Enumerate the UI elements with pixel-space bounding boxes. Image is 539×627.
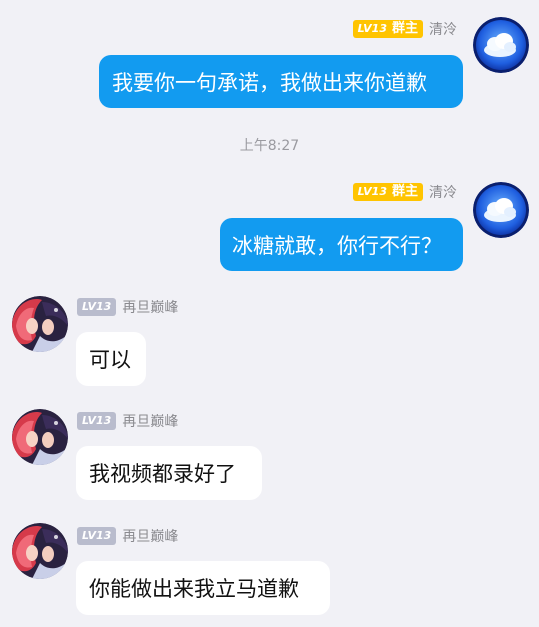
level-text: LV13 <box>82 529 112 542</box>
sender-name[interactable]: 再旦巅峰 <box>122 526 178 546</box>
owner-role-text: 群主 <box>391 21 418 36</box>
sender-name[interactable]: 再旦巅峰 <box>122 297 178 317</box>
sender-meta: LV13 再旦巅峰 <box>77 297 178 317</box>
level-badge: LV13 <box>77 298 117 316</box>
timestamp: 上午8:27 <box>239 138 300 154</box>
message-text: 冰糖就敢，你行不行？ <box>232 233 442 258</box>
message-text: 你能做出来我立马道歉 <box>89 577 299 601</box>
message-bubble[interactable]: 可以 <box>76 332 146 386</box>
level-text: LV13 <box>82 300 112 313</box>
sender-meta: LV13 再旦巅峰 <box>77 526 178 546</box>
owner-role-text: 群主 <box>391 184 418 199</box>
sender-name[interactable]: 清泠 <box>429 182 457 202</box>
sender-meta: LV13 再旦巅峰 <box>77 411 178 431</box>
level-text: LV13 <box>357 22 387 35</box>
anime-avatar-icon <box>12 296 68 352</box>
user-avatar[interactable] <box>473 17 529 73</box>
sender-name[interactable]: 清泠 <box>429 19 457 39</box>
sender-meta: LV13 群主 清泠 <box>352 19 457 39</box>
user-avatar[interactable] <box>12 523 68 579</box>
level-text: LV13 <box>357 185 387 198</box>
user-avatar[interactable] <box>12 296 68 352</box>
message-bubble[interactable]: 我要你一句承诺，我做出来你道歉 <box>99 55 463 108</box>
message-text: 我视频都录好了 <box>89 462 236 486</box>
cloud-avatar-icon <box>473 17 529 73</box>
level-badge: LV13 群主 <box>352 20 423 38</box>
anime-avatar-icon <box>12 409 68 465</box>
anime-avatar-icon <box>12 523 68 579</box>
level-badge: LV13 <box>77 527 117 545</box>
level-badge: LV13 群主 <box>352 183 423 201</box>
level-badge: LV13 <box>77 412 117 430</box>
message-text: 我要你一句承诺，我做出来你道歉 <box>112 70 427 95</box>
message-bubble[interactable]: 我视频都录好了 <box>76 446 262 500</box>
message-bubble[interactable]: 你能做出来我立马道歉 <box>76 561 330 615</box>
message-bubble[interactable]: 冰糖就敢，你行不行？ <box>220 218 463 271</box>
user-avatar[interactable] <box>12 409 68 465</box>
level-text: LV13 <box>82 414 112 427</box>
user-avatar[interactable] <box>473 182 529 238</box>
sender-meta: LV13 群主 清泠 <box>352 182 457 202</box>
cloud-avatar-icon <box>473 182 529 238</box>
sender-name[interactable]: 再旦巅峰 <box>122 411 178 431</box>
message-text: 可以 <box>89 348 131 372</box>
